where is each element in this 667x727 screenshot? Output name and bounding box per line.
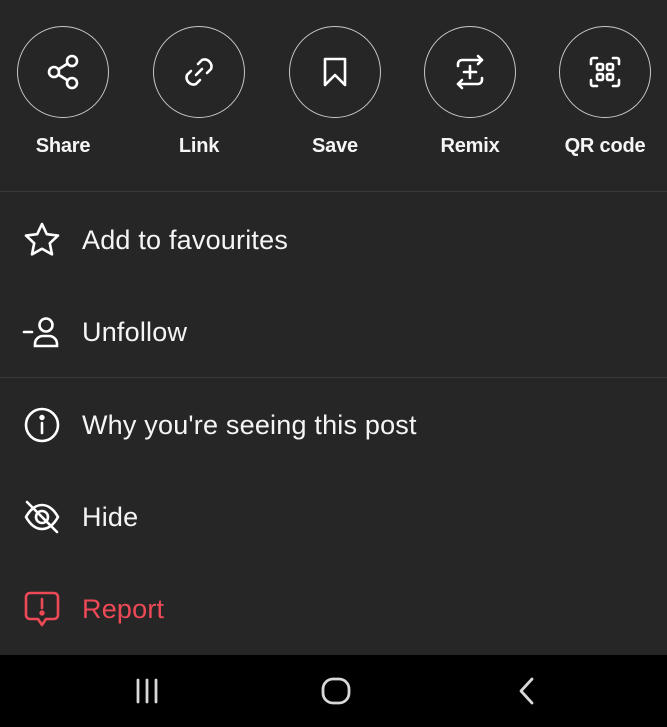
hide-item[interactable]: Hide [0, 471, 667, 563]
home-icon[interactable] [306, 669, 366, 713]
divider [0, 191, 667, 192]
report-label: Report [82, 593, 165, 624]
link-button[interactable]: Link [139, 26, 259, 166]
back-icon[interactable] [496, 669, 556, 713]
recent-apps-icon[interactable] [117, 669, 177, 713]
link-label: Link [178, 135, 220, 157]
save-button[interactable]: Save [275, 26, 395, 166]
link-icon [153, 26, 245, 118]
add-to-favourites-label: Add to favourites [82, 224, 289, 255]
share-icon [17, 26, 109, 118]
add-to-favourites-item[interactable]: Add to favourites [0, 194, 667, 286]
qr-code-icon [559, 26, 651, 118]
unfollow-label: Unfollow [82, 316, 188, 347]
remix-button[interactable]: Remix [410, 26, 530, 166]
system-navigation-bar [0, 655, 667, 727]
star-icon [22, 220, 62, 260]
save-label: Save [312, 135, 358, 157]
divider [0, 377, 667, 378]
report-item[interactable]: Report [0, 563, 667, 655]
why-seeing-post-label: Why you're seeing this post [82, 409, 417, 440]
hide-label: Hide [82, 501, 139, 532]
qr-code-label: QR code [564, 135, 646, 157]
report-icon [22, 589, 62, 629]
info-icon [22, 405, 62, 445]
unfollow-item[interactable]: Unfollow [0, 286, 667, 378]
quick-actions-row: Share Link Save Remix QR code [0, 0, 667, 192]
bookmark-icon [289, 26, 381, 118]
remix-label: Remix [440, 135, 500, 157]
options-sheet: Share Link Save Remix QR code Add to fav… [0, 0, 667, 655]
eye-off-icon [22, 497, 62, 537]
share-label: Share [35, 135, 91, 157]
why-seeing-post-item[interactable]: Why you're seeing this post [0, 379, 667, 471]
remix-icon [424, 26, 516, 118]
qr-code-button[interactable]: QR code [545, 26, 665, 166]
share-button[interactable]: Share [3, 26, 123, 166]
unfollow-icon [22, 312, 62, 352]
